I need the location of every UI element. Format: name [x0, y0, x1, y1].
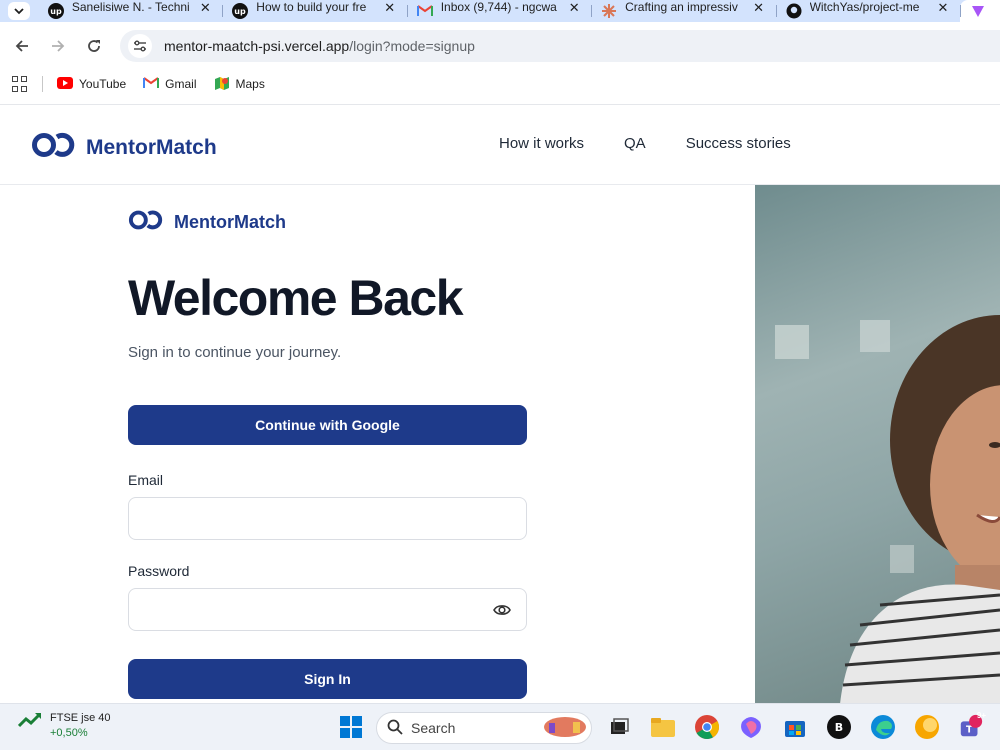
password-field[interactable]	[128, 588, 527, 631]
svg-text:up: up	[235, 7, 247, 16]
web-page: MentorMatch How it works QA Success stor…	[0, 104, 1000, 704]
gmail-icon	[143, 76, 160, 92]
brand-name: MentorMatch	[174, 212, 286, 232]
search-icon	[387, 719, 403, 738]
forward-icon[interactable]	[40, 28, 76, 64]
svg-text:B: B	[835, 721, 843, 734]
tab-title: Crafting an impressiv	[625, 0, 738, 14]
browser-tab[interactable]: Crafting an impressiv ✕	[591, 0, 775, 22]
brand-name: MentorMatch	[86, 136, 217, 159]
youtube-icon	[57, 76, 73, 92]
browser-icon[interactable]	[914, 714, 940, 740]
infinity-logo-icon	[32, 131, 78, 165]
apps-grid-icon[interactable]	[12, 76, 28, 92]
browser-tab[interactable]: up Sanelisiwe N. - Techni ✕	[38, 0, 222, 22]
browser-toolbar: mentor-maatch-psi.vercel.app/login?mode=…	[0, 22, 1000, 70]
password-label: Password	[128, 563, 190, 579]
edge-icon[interactable]	[870, 714, 896, 740]
bookmark-label: Gmail	[165, 77, 197, 91]
bookmark-youtube[interactable]: YouTube	[57, 76, 127, 92]
email-field[interactable]	[128, 497, 527, 540]
widget-change: +0,50%	[50, 727, 88, 739]
site-info-icon[interactable]	[128, 34, 152, 58]
search-highlight-icon	[543, 715, 587, 742]
back-icon[interactable]	[4, 28, 40, 64]
app-icon[interactable]: B	[826, 714, 852, 740]
tab-title: How to build your fre	[256, 0, 367, 14]
browser-tab-active[interactable]: n	[959, 0, 1000, 22]
nav-link-how-it-works[interactable]: How it works	[499, 135, 584, 152]
copilot-icon[interactable]	[738, 714, 764, 740]
browser-tab[interactable]: Inbox (9,744) - ngcwa ✕	[406, 0, 591, 22]
continue-with-google-button[interactable]: Continue with Google	[128, 405, 527, 445]
nav-link-success-stories[interactable]: Success stories	[686, 135, 791, 152]
nav-link-qa[interactable]: QA	[624, 135, 646, 152]
taskbar-search[interactable]: Search	[376, 712, 592, 744]
trend-up-icon	[17, 712, 42, 739]
page-subtitle: Sign in to continue your journey.	[128, 344, 342, 361]
windows-taskbar: FTSE jse 40 +0,50% Search B T 9+	[0, 703, 1000, 750]
bookmark-label: Maps	[235, 77, 265, 91]
bookmark-gmail[interactable]: Gmail	[143, 76, 197, 92]
gmail-icon	[416, 3, 433, 19]
tab-title: Sanelisiwe N. - Techni	[71, 0, 190, 14]
windows-start-icon[interactable]	[338, 714, 364, 740]
address-bar[interactable]: mentor-maatch-psi.vercel.app/login?mode=…	[120, 30, 1000, 62]
bookmarks-bar: YouTube Gmail Maps	[0, 70, 1000, 98]
infinity-logo-icon	[128, 209, 166, 236]
chevron-down-icon	[7, 2, 30, 20]
url-text: mentor-maatch-psi.vercel.app/login?mode=…	[164, 38, 475, 54]
browser-tab-strip: up Sanelisiwe N. - Techni ✕ up How to bu…	[0, 0, 1000, 22]
upwork-icon: up	[232, 3, 249, 19]
tab-search-button[interactable]	[0, 0, 38, 22]
tab-title: Inbox (9,744) - ngcwa	[440, 0, 557, 14]
browser-tab[interactable]: WitchYas/project-me ✕	[775, 0, 960, 22]
claude-icon	[601, 3, 617, 19]
bookmark-label: YouTube	[79, 77, 127, 91]
upwork-icon: up	[47, 3, 64, 19]
close-tab-icon[interactable]: ✕	[936, 0, 950, 16]
vercel-icon	[970, 3, 986, 19]
widget-title: FTSE jse 40	[50, 712, 111, 724]
file-explorer-icon[interactable]	[650, 714, 676, 740]
main-nav: How it works QA Success stories	[499, 135, 791, 152]
search-placeholder: Search	[411, 720, 456, 736]
browser-tab[interactable]: up How to build your fre ✕	[222, 0, 406, 22]
github-icon	[786, 3, 802, 19]
close-tab-icon[interactable]: ✕	[198, 0, 212, 16]
microsoft-store-icon[interactable]	[782, 714, 808, 740]
hero-photo	[755, 185, 1000, 704]
svg-text:up: up	[50, 7, 62, 16]
bookmark-maps[interactable]: Maps	[214, 75, 265, 94]
bookmark-separator	[42, 76, 43, 92]
form-logo: MentorMatch	[128, 209, 286, 236]
show-password-icon[interactable]	[492, 600, 512, 620]
tab-title: WitchYas/project-me	[809, 0, 920, 14]
maps-icon	[214, 75, 230, 94]
close-tab-icon[interactable]: ✕	[752, 0, 766, 16]
site-logo[interactable]: MentorMatch	[32, 131, 217, 165]
sign-in-button[interactable]: Sign In	[128, 659, 527, 699]
site-header: MentorMatch How it works QA Success stor…	[0, 105, 1000, 185]
notification-badge: 9+	[976, 711, 986, 720]
chrome-icon[interactable]	[694, 714, 720, 740]
email-label: Email	[128, 472, 164, 488]
page-title: Welcome Back	[128, 270, 464, 326]
stock-widget[interactable]: FTSE jse 40 +0,50%	[17, 712, 111, 739]
close-tab-icon[interactable]: ✕	[383, 0, 397, 16]
close-tab-icon[interactable]: ✕	[567, 0, 581, 16]
reload-icon[interactable]	[76, 28, 112, 64]
task-view-icon[interactable]	[606, 714, 632, 740]
teams-icon[interactable]: T 9+	[958, 711, 986, 740]
